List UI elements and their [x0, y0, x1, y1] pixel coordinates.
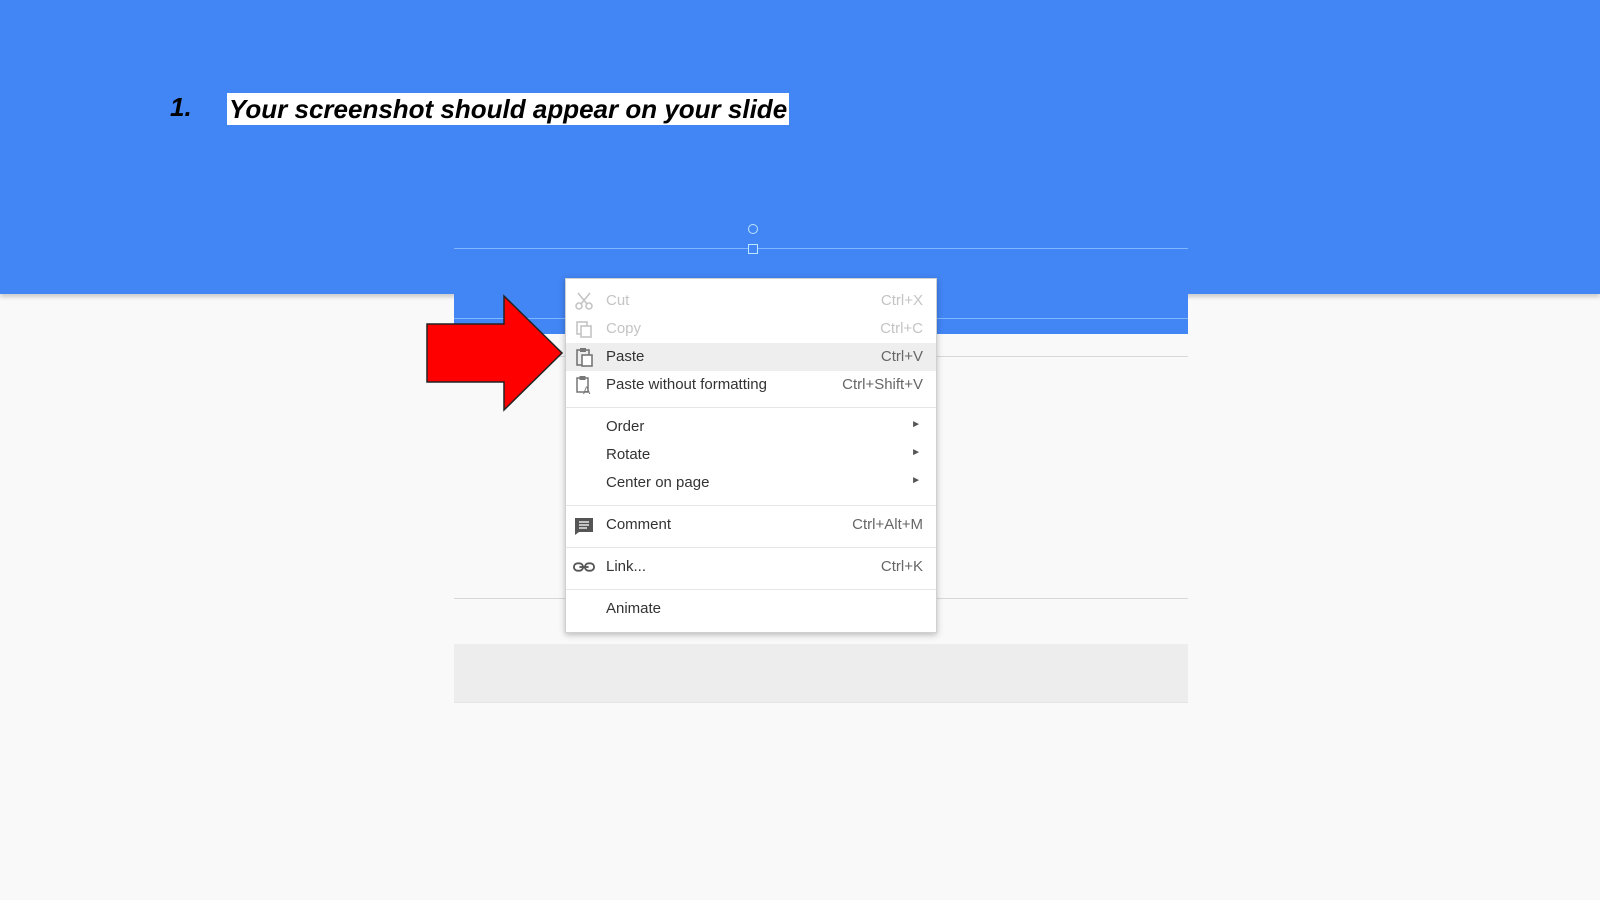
- instruction-text: Your screenshot should appear on your sl…: [227, 93, 790, 125]
- menu-item-animate[interactable]: Animate: [566, 595, 936, 623]
- menu-item-paste-without-formatting[interactable]: A Paste without formatting Ctrl+Shift+V: [566, 371, 936, 399]
- menu-item-shortcut: Ctrl+X: [880, 292, 923, 309]
- rotate-handle[interactable]: [748, 224, 758, 234]
- menu-item-label: Paste: [606, 348, 645, 365]
- menu-item-shortcut: Ctrl+Shift+V: [842, 376, 923, 393]
- submenu-arrow-icon: ►: [911, 475, 921, 486]
- menu-item-order[interactable]: Order ►: [566, 413, 936, 441]
- paste-plain-icon: A: [573, 375, 595, 395]
- menu-item-shortcut: Ctrl+V: [880, 348, 923, 365]
- right-arrow-icon: [426, 294, 564, 412]
- menu-item-label: Comment: [606, 516, 672, 533]
- menu-item-rotate[interactable]: Rotate ►: [566, 441, 936, 469]
- paste-icon: [573, 347, 595, 367]
- step-number: 1.: [170, 92, 192, 122]
- menu-item-shortcut: Ctrl+K: [880, 558, 923, 575]
- submenu-arrow-icon: ►: [911, 419, 921, 430]
- svg-text:A: A: [583, 385, 591, 395]
- menu-item-label: Copy: [606, 320, 642, 337]
- menu-separator: [566, 547, 936, 548]
- menu-separator: [566, 505, 936, 506]
- menu-item-label: Animate: [606, 600, 662, 617]
- menu-separator: [566, 589, 936, 590]
- comment-icon: [573, 515, 595, 535]
- menu-item-shortcut: Ctrl+Alt+M: [852, 516, 923, 533]
- menu-item-center-on-page[interactable]: Center on page ►: [566, 469, 936, 497]
- scissors-icon: [573, 291, 595, 311]
- menu-item-label: Center on page: [606, 474, 710, 491]
- context-menu: Cut Ctrl+X Copy Ctrl+C Paste Ctrl+V A Pa…: [565, 278, 937, 633]
- menu-item-label: Cut: [606, 292, 630, 309]
- submenu-arrow-icon: ►: [911, 447, 921, 458]
- resize-handle[interactable]: [748, 244, 758, 254]
- menu-separator: [566, 407, 936, 408]
- menu-item-cut[interactable]: Cut Ctrl+X: [566, 287, 936, 315]
- menu-item-label: Link...: [606, 558, 647, 575]
- link-icon: [573, 557, 595, 577]
- menu-item-paste[interactable]: Paste Ctrl+V: [566, 343, 936, 371]
- menu-item-link[interactable]: Link... Ctrl+K: [566, 553, 936, 581]
- copy-icon: [573, 319, 595, 339]
- menu-item-label: Order: [606, 418, 645, 435]
- menu-item-copy[interactable]: Copy Ctrl+C: [566, 315, 936, 343]
- menu-item-label: Rotate: [606, 446, 651, 463]
- menu-item-shortcut: Ctrl+C: [880, 320, 923, 337]
- selection-line: [454, 248, 1188, 249]
- pasted-screenshot-footer: [454, 644, 1188, 702]
- menu-item-label: Paste without formatting: [606, 376, 767, 393]
- blue-header-band: [0, 0, 1600, 294]
- menu-item-comment[interactable]: Comment Ctrl+Alt+M: [566, 511, 936, 539]
- pasted-screenshot-edge: [454, 702, 1188, 703]
